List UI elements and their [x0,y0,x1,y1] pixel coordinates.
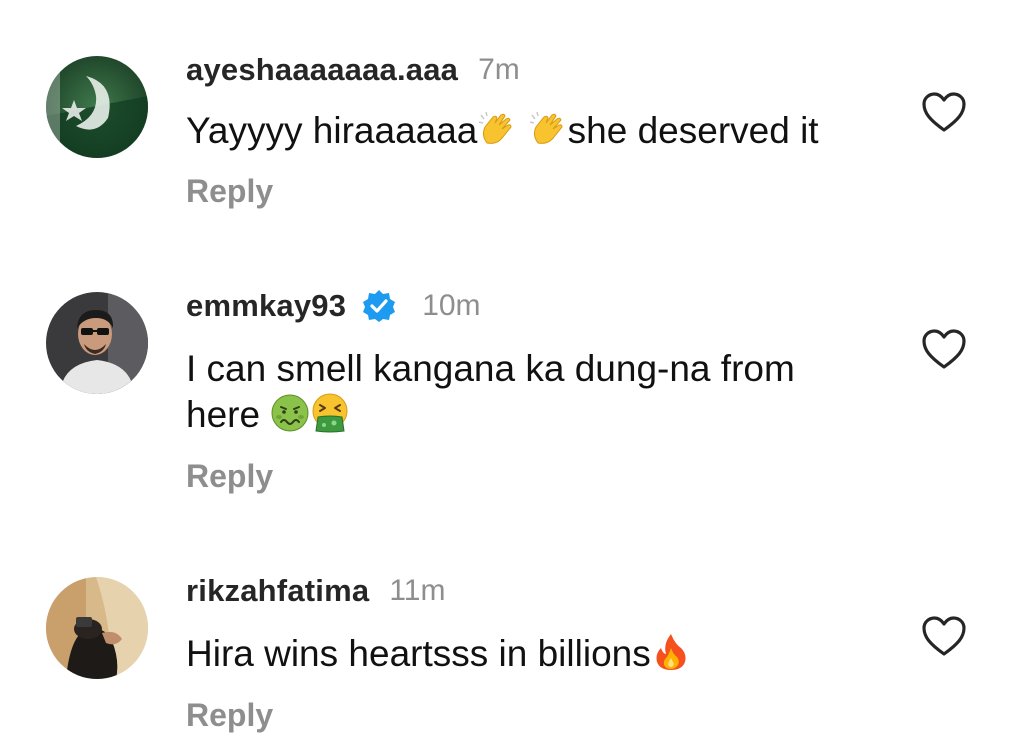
username[interactable]: rikzahfatima [186,573,369,609]
comment-text-line: here [186,394,271,435]
comment-header: ayeshaaaaaaa.aaa 7m [186,50,520,90]
comment-text-part: Hira wins heartsss in billions [186,633,651,674]
timestamp: 7m [478,53,520,86]
comment-text-part: Yayyyy hiraaaaaa [186,110,478,151]
timestamp: 10m [422,289,481,322]
username[interactable]: emmkay93 [186,288,346,324]
timestamp: 11m [389,574,446,607]
clapping-hands-icon [529,111,563,144]
nauseated-face-icon [271,394,309,432]
verified-badge-icon [363,290,396,322]
vomiting-face-icon [312,393,348,433]
avatar[interactable] [46,56,148,158]
comment-text-space [517,110,527,151]
comment-text: Yayyyy hiraaaaaa she deserved it [186,108,866,154]
comment-text-part: she deserved it [567,110,819,151]
avatar[interactable] [46,577,148,679]
username[interactable]: ayeshaaaaaaa.aaa [186,52,458,88]
comment-text: Hira wins heartsss in billions [186,631,866,677]
heart-outline-icon[interactable] [920,90,968,134]
avatar[interactable] [46,292,148,394]
heart-outline-icon[interactable] [920,614,968,658]
heart-outline-icon[interactable] [920,327,968,371]
comment-text: I can smell kangana ka dung-na from here [186,346,866,438]
reply-button[interactable]: Reply [186,458,273,495]
reply-button[interactable]: Reply [186,697,273,734]
comment-header: emmkay93 10m [186,286,481,326]
comment-text-line: I can smell kangana ka dung-na from [186,348,795,389]
fire-icon [656,634,686,670]
clapping-hands-icon [479,111,512,144]
comment-header: rikzahfatima 11m [186,571,445,611]
reply-button[interactable]: Reply [186,173,273,210]
